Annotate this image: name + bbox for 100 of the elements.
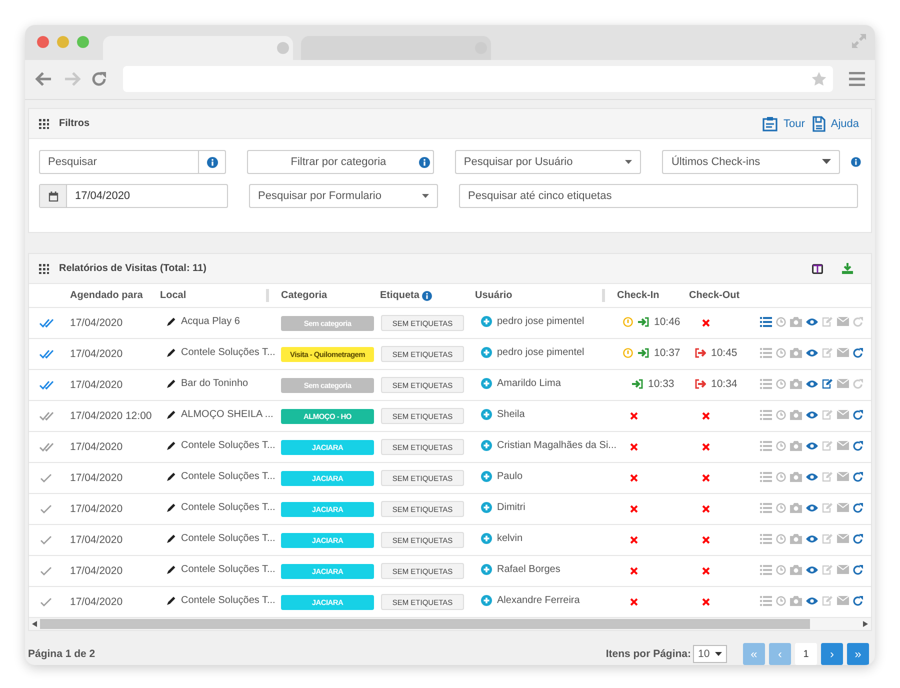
clock-icon[interactable] — [776, 564, 786, 574]
camera-icon[interactable] — [790, 564, 802, 574]
category-filter-button[interactable]: Filtrar por categoria — [247, 150, 434, 174]
clock-icon[interactable] — [776, 348, 786, 358]
star-icon[interactable] — [811, 71, 827, 88]
refresh-icon[interactable] — [853, 472, 863, 482]
clock-icon[interactable] — [776, 596, 786, 606]
download-icon[interactable] — [842, 263, 853, 274]
list-icon[interactable] — [760, 316, 772, 326]
tour-link[interactable]: Tour — [783, 118, 805, 130]
column-header[interactable]: Local — [160, 290, 186, 301]
camera-icon[interactable] — [790, 534, 802, 544]
camera-icon[interactable] — [790, 410, 802, 420]
info-icon[interactable] — [851, 157, 862, 167]
plus-circle-icon[interactable] — [481, 440, 492, 451]
info-icon[interactable] — [419, 156, 430, 168]
eye-icon[interactable] — [806, 348, 818, 356]
column-header[interactable]: Usuário — [475, 290, 512, 301]
eye-icon[interactable] — [806, 472, 818, 480]
refresh-icon[interactable] — [853, 596, 863, 606]
calendar-icon[interactable] — [48, 190, 58, 202]
clock-icon[interactable] — [776, 410, 786, 420]
envelope-icon[interactable] — [837, 565, 849, 574]
pencil-icon[interactable] — [166, 502, 176, 513]
pencil-icon[interactable] — [166, 534, 176, 544]
user-select[interactable]: Pesquisar por Usuário — [454, 150, 642, 174]
menu-icon[interactable] — [849, 72, 865, 86]
checkins-select[interactable]: Últimos Check-ins — [662, 150, 840, 174]
camera-icon[interactable] — [790, 348, 802, 358]
info-icon[interactable] — [206, 156, 218, 168]
refresh-icon[interactable] — [853, 534, 863, 544]
pencil-icon[interactable] — [166, 348, 176, 358]
form-select[interactable]: Pesquisar por Formulario — [249, 184, 438, 208]
pencil-icon[interactable] — [166, 378, 176, 389]
pencil-icon[interactable] — [166, 596, 176, 606]
refresh-icon[interactable] — [853, 348, 863, 358]
plus-circle-icon[interactable] — [481, 533, 492, 544]
eye-icon[interactable] — [806, 596, 818, 604]
per-page-select[interactable]: 10 — [693, 645, 727, 663]
column-header[interactable]: Check-Out — [689, 290, 740, 301]
envelope-icon[interactable] — [837, 348, 849, 357]
search-field[interactable]: Pesquisar — [39, 150, 226, 174]
refresh-icon[interactable] — [853, 410, 863, 420]
clock-icon[interactable] — [776, 440, 786, 450]
camera-icon[interactable] — [790, 440, 802, 450]
browser-tab[interactable] — [103, 36, 293, 60]
columns-icon[interactable] — [812, 264, 823, 274]
tags-field[interactable]: Pesquisar até cinco etiquetas — [460, 185, 857, 207]
plus-circle-icon[interactable] — [481, 316, 492, 327]
eye-icon[interactable] — [806, 410, 818, 418]
column-header[interactable]: Agendado para — [70, 290, 143, 301]
envelope-icon[interactable] — [837, 379, 849, 388]
pagination-button[interactable]: 1 — [795, 643, 817, 665]
pencil-icon[interactable] — [166, 410, 176, 420]
refresh-icon[interactable] — [853, 440, 863, 450]
camera-icon[interactable] — [790, 378, 802, 388]
reload-icon[interactable] — [91, 71, 107, 88]
clock-icon[interactable] — [776, 472, 786, 482]
refresh-icon[interactable] — [853, 564, 863, 574]
column-header[interactable]: Check-In — [617, 290, 660, 301]
close-window-icon[interactable] — [37, 36, 49, 48]
plus-circle-icon[interactable] — [481, 409, 492, 420]
pencil-icon[interactable] — [166, 316, 176, 327]
help-link[interactable]: Ajuda — [830, 118, 859, 130]
eye-icon[interactable] — [806, 566, 818, 574]
clipboard-icon[interactable] — [762, 116, 778, 132]
eye-icon[interactable] — [806, 504, 818, 512]
browser-tab[interactable] — [301, 36, 491, 60]
pencil-icon[interactable] — [166, 472, 176, 482]
eye-icon[interactable] — [806, 534, 818, 542]
envelope-icon[interactable] — [837, 441, 849, 450]
plus-circle-icon[interactable] — [481, 347, 492, 358]
envelope-icon[interactable] — [837, 410, 849, 419]
pencil-icon[interactable] — [166, 440, 176, 451]
horizontal-scrollbar[interactable] — [29, 618, 871, 630]
minimize-window-icon[interactable] — [57, 36, 69, 48]
column-header[interactable]: Etiqueta — [380, 290, 420, 301]
forward-arrow-icon[interactable] — [63, 71, 81, 88]
date-field[interactable]: 17/04/2020 — [39, 184, 228, 208]
plus-circle-icon[interactable] — [481, 502, 492, 513]
maximize-window-icon[interactable] — [77, 36, 89, 48]
column-header[interactable]: Categoria — [281, 290, 328, 301]
pencil-icon[interactable] — [166, 564, 176, 575]
address-bar[interactable] — [123, 66, 833, 92]
envelope-icon[interactable] — [837, 317, 849, 326]
plus-circle-icon[interactable] — [481, 378, 492, 389]
search-input[interactable]: Pesquisar — [40, 151, 198, 173]
eye-icon[interactable] — [806, 318, 818, 326]
eye-icon[interactable] — [806, 380, 818, 388]
plus-circle-icon[interactable] — [481, 471, 492, 482]
eye-icon[interactable] — [806, 442, 818, 450]
scroll-right-icon[interactable] — [863, 621, 868, 627]
pagination-button[interactable]: › — [821, 643, 843, 665]
envelope-icon[interactable] — [837, 472, 849, 481]
back-arrow-icon[interactable] — [35, 71, 53, 88]
envelope-icon[interactable] — [837, 596, 849, 605]
info-icon[interactable] — [422, 290, 432, 300]
clock-icon[interactable] — [776, 502, 786, 512]
clock-icon[interactable] — [776, 316, 786, 326]
expand-icon[interactable] — [851, 33, 867, 49]
